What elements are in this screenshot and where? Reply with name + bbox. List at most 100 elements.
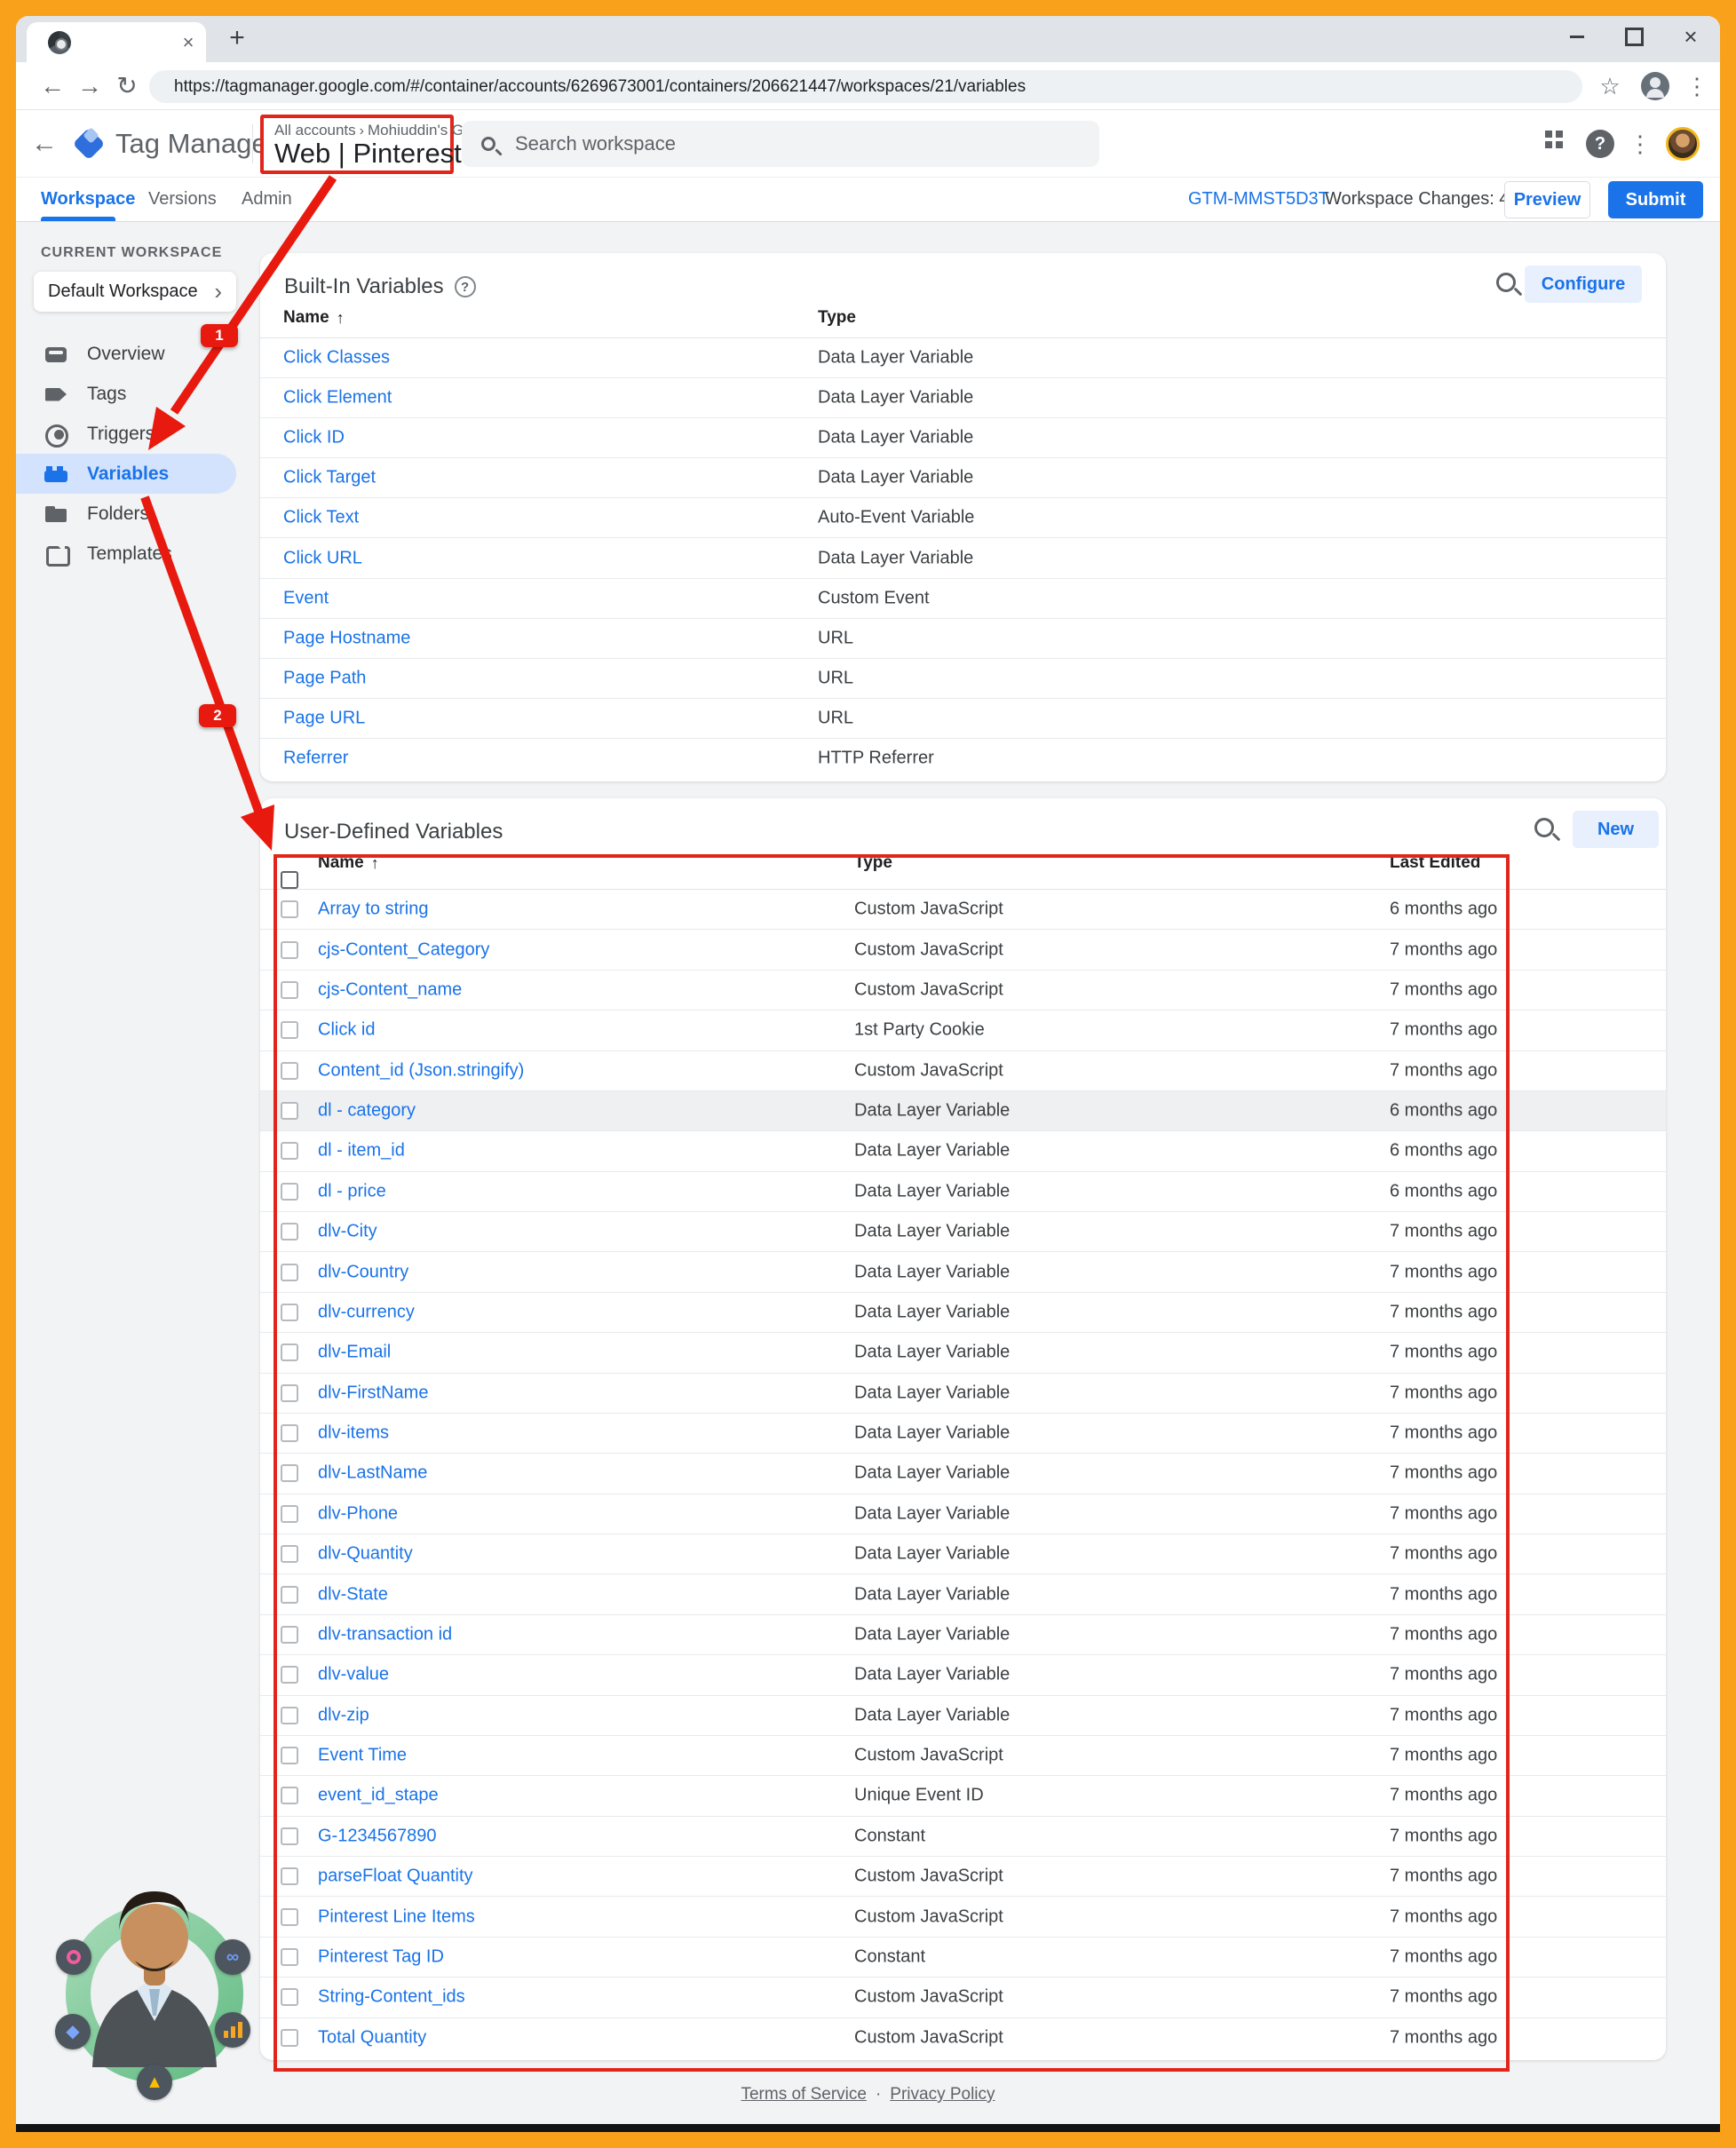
row-checkbox[interactable] [281,1747,298,1764]
close-button[interactable]: × [1677,23,1704,50]
variable-link[interactable]: dlv-Country [318,1262,408,1282]
row-checkbox[interactable] [281,1707,298,1724]
variable-link[interactable]: Page Path [283,668,366,688]
search-icon[interactable] [1496,273,1516,292]
search-icon[interactable] [1534,818,1554,837]
row-checkbox[interactable] [281,981,298,999]
forward-icon[interactable]: → [73,69,107,103]
breadcrumb-account[interactable]: All accounts [274,122,356,139]
variable-link[interactable]: Array to string [318,900,428,920]
variable-link[interactable]: Pinterest Line Items [318,1906,475,1927]
variable-link[interactable]: Click id [318,1020,375,1041]
row-checkbox[interactable] [281,1787,298,1804]
column-name[interactable]: Name ↑ [283,308,345,328]
preview-button[interactable]: Preview [1504,181,1590,218]
variable-link[interactable]: dlv-currency [318,1302,415,1322]
variable-link[interactable]: dlv-value [318,1665,389,1685]
sidebar-item-triggers[interactable]: Triggers [16,414,254,454]
new-variable-button[interactable]: New [1573,811,1659,848]
container-selector[interactable]: Web | Pinterest ▾ [274,138,480,170]
tab-workspace[interactable]: Workspace [41,178,135,222]
back-icon[interactable]: ← [36,69,69,103]
variable-link[interactable]: dlv-City [318,1222,377,1242]
row-checkbox[interactable] [281,1264,298,1281]
variable-link[interactable]: Page Hostname [283,628,410,648]
variable-link[interactable]: dlv-items [318,1423,389,1444]
variable-link[interactable]: dlv-Phone [318,1503,398,1524]
address-bar[interactable]: https://tagmanager.google.com/#/containe… [149,70,1582,103]
row-checkbox[interactable] [281,1505,298,1523]
row-checkbox[interactable] [281,1586,298,1604]
terms-link[interactable]: Terms of Service [741,2085,866,2104]
row-checkbox[interactable] [281,1102,298,1120]
variable-link[interactable]: Total Quantity [318,2027,426,2048]
variable-link[interactable]: event_id_stape [318,1786,439,1806]
row-checkbox[interactable] [281,1223,298,1240]
variable-link[interactable]: Referrer [283,748,348,768]
new-tab-button[interactable]: + [222,23,252,53]
row-checkbox[interactable] [281,1666,298,1684]
variable-link[interactable]: dlv-LastName [318,1463,427,1484]
row-checkbox[interactable] [281,941,298,959]
variable-link[interactable]: cjs-Content_Category [318,939,489,960]
tab-versions[interactable]: Versions [148,178,217,222]
variable-link[interactable]: G-1234567890 [318,1826,436,1846]
variable-link[interactable]: Event [283,588,329,608]
row-checkbox[interactable] [281,900,298,918]
row-checkbox[interactable] [281,1424,298,1442]
variable-link[interactable]: dl - category [318,1101,416,1122]
tab-close-icon[interactable]: × [176,30,201,55]
row-checkbox[interactable] [281,1062,298,1080]
variable-link[interactable]: Content_id (Json.stringify) [318,1060,524,1081]
variable-link[interactable]: Click Classes [283,348,390,369]
row-checkbox[interactable] [281,1304,298,1321]
variable-link[interactable]: dlv-Quantity [318,1544,413,1565]
variable-link[interactable]: dlv-transaction id [318,1624,452,1645]
sidebar-item-tags[interactable]: Tags [16,374,254,414]
sidebar-item-variables[interactable]: Variables [16,454,236,494]
row-checkbox[interactable] [281,1626,298,1644]
column-name[interactable]: Name ↑ [318,853,379,873]
row-checkbox[interactable] [281,1142,298,1160]
workspace-selector-card[interactable]: Default Workspace › [34,272,236,312]
configure-button[interactable]: Configure [1525,266,1642,303]
variable-link[interactable]: Event Time [318,1746,407,1766]
more-options-icon[interactable]: ⋮ [1627,130,1653,158]
maximize-button[interactable] [1621,23,1647,50]
variable-link[interactable]: parseFloat Quantity [318,1867,473,1887]
bookmark-star-icon[interactable]: ☆ [1593,69,1627,103]
reload-icon[interactable]: ↻ [110,69,144,103]
variable-link[interactable]: dl - item_id [318,1141,405,1161]
variable-link[interactable]: dlv-FirstName [318,1383,428,1403]
browser-menu-icon[interactable]: ⋮ [1680,69,1714,103]
variable-link[interactable]: dlv-State [318,1584,388,1605]
column-last-edited[interactable]: Last Edited [1390,853,1480,873]
variable-link[interactable]: Page URL [283,708,365,728]
workspace-search-input[interactable]: Search workspace [462,121,1099,167]
row-checkbox[interactable] [281,1464,298,1482]
row-checkbox[interactable] [281,1545,298,1563]
help-icon[interactable]: ? [455,276,476,297]
account-avatar[interactable] [1666,127,1700,161]
variable-link[interactable]: Click Element [283,388,392,408]
column-type[interactable]: Type [818,308,856,328]
container-id-link[interactable]: GTM-MMST5D3T [1188,178,1329,220]
variable-link[interactable]: Click ID [283,428,345,448]
help-icon[interactable]: ? [1586,130,1614,158]
sidebar-item-folders[interactable]: Folders [16,494,254,534]
variable-link[interactable]: dl - price [318,1181,386,1201]
gtm-back-icon[interactable]: ← [27,126,62,162]
row-checkbox[interactable] [281,1384,298,1402]
variable-link[interactable]: dlv-zip [318,1705,369,1725]
variable-link[interactable]: Click Text [283,508,359,528]
variable-link[interactable]: dlv-Email [318,1343,391,1363]
browser-tab[interactable]: × [27,22,206,62]
minimize-button[interactable] [1564,23,1590,50]
sidebar-item-templates[interactable]: Templates [16,534,254,574]
variable-link[interactable]: Pinterest Tag ID [318,1946,444,1967]
variable-link[interactable]: cjs-Content_name [318,979,462,1000]
sidebar-item-overview[interactable]: Overview [16,334,254,374]
apps-grid-icon[interactable] [1545,131,1563,148]
select-all-checkbox[interactable] [281,871,298,889]
submit-button[interactable]: Submit [1608,181,1703,218]
